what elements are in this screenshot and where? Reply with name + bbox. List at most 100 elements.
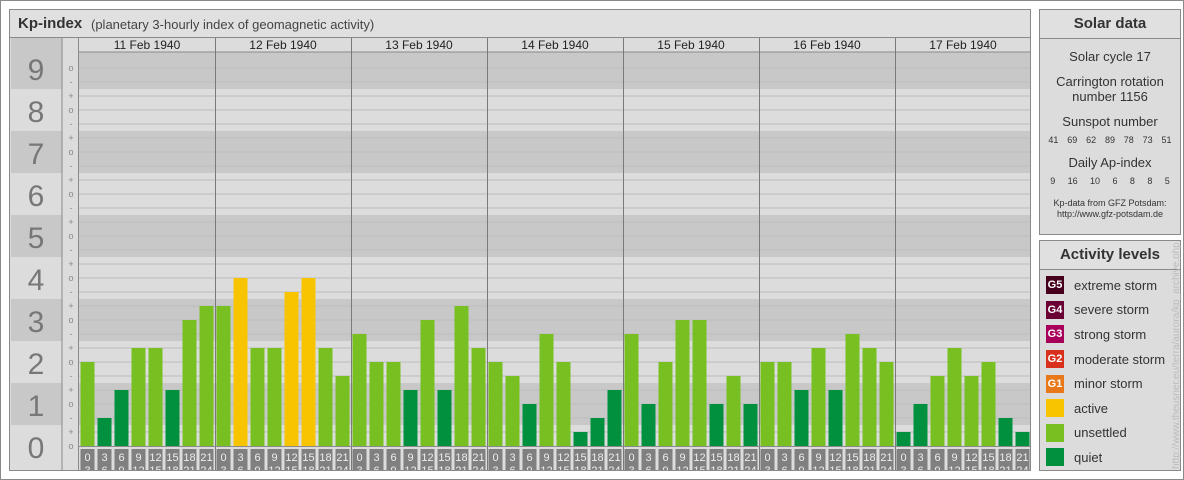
kp-bar: [97, 418, 112, 446]
interval-start: 9: [407, 452, 413, 464]
interval-end: 6: [237, 465, 243, 470]
legend-label: extreme storm: [1074, 277, 1158, 293]
interval-start: 18: [455, 452, 467, 464]
sub-tick-label: +: [68, 427, 73, 437]
sub-tick-label: +: [68, 133, 73, 143]
interval-end: 15: [829, 465, 841, 470]
kp-bar: [250, 348, 265, 446]
interval-end: 12: [676, 465, 688, 470]
interval-end: 3: [900, 465, 906, 470]
kp-bar: [760, 362, 775, 446]
sub-tick-label: o: [68, 357, 73, 367]
interval-end: 6: [917, 465, 923, 470]
legend-label: minor storm: [1074, 376, 1143, 392]
interval-end: 24: [608, 465, 620, 470]
kp-bar: [114, 390, 129, 446]
day-label: 14 Feb 1940: [521, 38, 589, 52]
interval-start: 21: [1016, 452, 1028, 464]
day-label: 13 Feb 1940: [385, 38, 453, 52]
interval-end: 9: [254, 465, 260, 470]
ap-value: 8: [1129, 176, 1135, 186]
day-label: 16 Feb 1940: [793, 38, 861, 52]
interval-start: 18: [591, 452, 603, 464]
interval-start: 12: [965, 452, 977, 464]
solar-title: Solar data: [1040, 10, 1180, 39]
interval-end: 9: [934, 465, 940, 470]
interval-start: 12: [829, 452, 841, 464]
kp-bar: [828, 390, 843, 446]
interval-end: 15: [421, 465, 433, 470]
interval-start: 0: [900, 452, 906, 464]
interval-start: 9: [135, 452, 141, 464]
kp-bar: [539, 334, 554, 446]
interval-end: 18: [438, 465, 450, 470]
kp-bar: [777, 362, 792, 446]
sunspot-value: 41: [1048, 135, 1059, 145]
kp-chart: 0123456789o+-o+-o+-o+-o+-o+-o+-o+-o+-o11…: [11, 38, 1030, 470]
kp-bar: [369, 362, 384, 446]
kp-bar: [692, 320, 707, 446]
interval-start: 3: [509, 452, 515, 464]
interval-start: 9: [679, 452, 685, 464]
sunspot-value: 62: [1086, 135, 1097, 145]
ap-label: Daily Ap-index: [1068, 155, 1152, 170]
legend-label: moderate storm: [1074, 351, 1166, 367]
interval-start: 3: [917, 452, 923, 464]
interval-end: 6: [101, 465, 107, 470]
interval-start: 15: [846, 452, 858, 464]
legend-swatch: G4: [1046, 300, 1064, 319]
interval-end: 12: [812, 465, 824, 470]
interval-start: 0: [628, 452, 634, 464]
source-text: Kp-data from GFZ Potsdam:: [1053, 198, 1167, 208]
interval-start: 12: [557, 452, 569, 464]
y-tick-label: 2: [28, 348, 45, 381]
interval-start: 3: [373, 452, 379, 464]
interval-start: 0: [764, 452, 770, 464]
day-label: 11 Feb 1940: [114, 38, 181, 52]
interval-end: 21: [183, 465, 195, 470]
ap-value: 9: [1050, 176, 1056, 186]
interval-start: 0: [220, 452, 226, 464]
kp-bar: [199, 306, 214, 446]
sunspot-value: 69: [1067, 135, 1078, 145]
legend-swatch: G2: [1046, 350, 1064, 369]
kp-panel: Kp-index (planetary 3-hourly index of ge…: [9, 9, 1031, 471]
source-link[interactable]: http://www.gfz-potsdam.de: [1040, 209, 1180, 220]
kp-bar: [590, 418, 605, 446]
solar-cycle: Solar cycle 17: [1069, 49, 1151, 64]
kp-bar: [301, 278, 316, 446]
interval-end: 24: [880, 465, 892, 470]
interval-start: 9: [951, 452, 957, 464]
kp-widget: Kp-index (planetary 3-hourly index of ge…: [0, 0, 1184, 480]
legend-label: quiet: [1074, 449, 1103, 465]
interval-end: 12: [540, 465, 552, 470]
interval-end: 21: [455, 465, 467, 470]
sunspot-values: 41 69 62 89 78 73 51: [1044, 135, 1176, 145]
interval-start: 18: [863, 452, 875, 464]
interval-start: 15: [438, 452, 450, 464]
y-tick-label: 4: [28, 264, 45, 297]
kp-bar: [845, 334, 860, 446]
y-tick-label: 9: [28, 54, 45, 87]
y-tick-label: 1: [28, 390, 45, 423]
kp-bar: [131, 348, 146, 446]
legend-item-active: active: [1040, 396, 1180, 421]
interval-end: 6: [645, 465, 651, 470]
y-tick-label: 7: [28, 138, 45, 171]
sub-tick-label: +: [68, 91, 73, 101]
sunspot-label: Sunspot number: [1062, 114, 1158, 129]
interval-end: 18: [710, 465, 722, 470]
kp-bar: [318, 348, 333, 446]
kp-bar: [675, 320, 690, 446]
interval-start: 6: [254, 452, 260, 464]
interval-start: 18: [727, 452, 739, 464]
day-label: 12 Feb 1940: [249, 38, 317, 52]
sub-tick-label: o: [68, 273, 73, 283]
interval-end: 15: [965, 465, 977, 470]
interval-end: 24: [472, 465, 484, 470]
sub-tick-label: +: [68, 217, 73, 227]
kp-bar: [607, 390, 622, 446]
legend-swatch: [1046, 448, 1064, 467]
ap-value: 8: [1147, 176, 1153, 186]
interval-end: 3: [764, 465, 770, 470]
